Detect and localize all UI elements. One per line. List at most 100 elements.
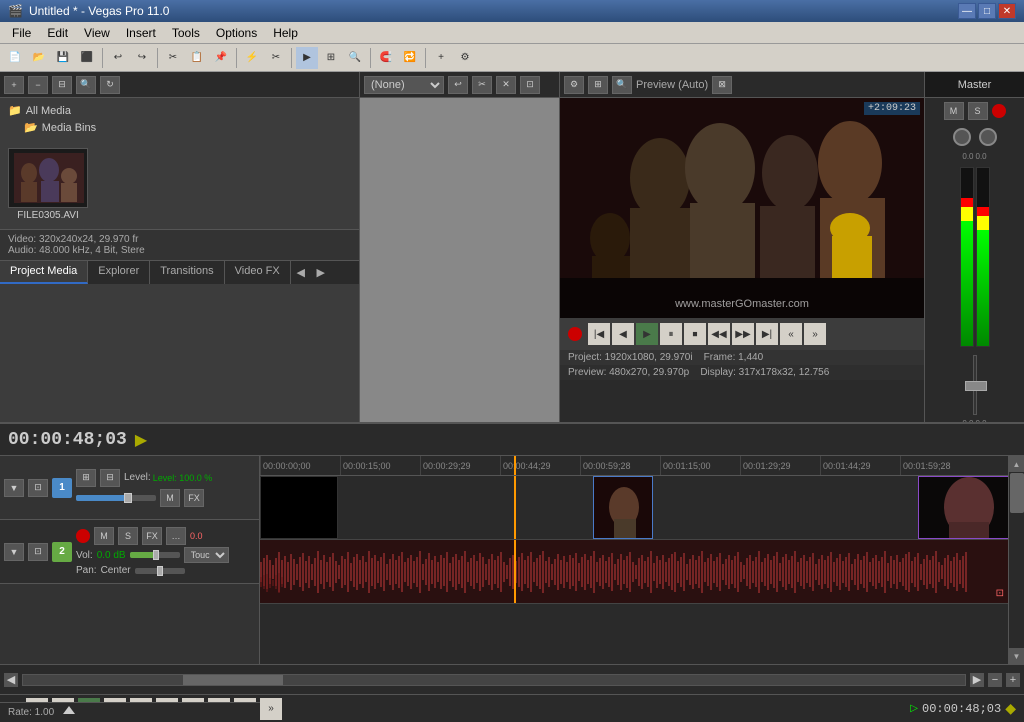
audio-solo-btn[interactable]: S [118, 527, 138, 545]
zoom-in-btn[interactable]: + [1006, 673, 1020, 687]
select-tool[interactable]: ▶ [296, 47, 318, 69]
vertical-scrollbar[interactable]: ▲ ▼ [1008, 456, 1024, 664]
copy-button[interactable]: 📋 [186, 47, 208, 69]
pan-slider-knob[interactable] [157, 566, 163, 576]
scroll-up-button[interactable]: ▲ [1009, 456, 1024, 472]
menu-view[interactable]: View [76, 24, 118, 42]
audio-record-btn[interactable] [76, 529, 90, 543]
preview-settings[interactable]: ⚙ [564, 76, 584, 94]
zoom-tool[interactable]: 🔍 [344, 47, 366, 69]
vol-slider-knob[interactable] [153, 550, 159, 560]
scroll-right-button[interactable]: ▶ [970, 673, 984, 687]
audio-more-btn[interactable]: … [166, 527, 186, 545]
cut-button[interactable]: ✂ [162, 47, 184, 69]
footer-more[interactable]: » [260, 698, 282, 720]
menu-file[interactable]: File [4, 24, 39, 42]
media-refresh-button[interactable]: ↻ [100, 76, 120, 94]
media-view-button[interactable]: ⊟ [52, 76, 72, 94]
pan-knob[interactable] [979, 128, 997, 146]
pan-slider-track[interactable] [135, 568, 185, 574]
undo-button[interactable]: ↩ [107, 47, 129, 69]
menu-options[interactable]: Options [208, 24, 265, 42]
mixer-mute[interactable]: M [944, 102, 964, 120]
preview-go-start[interactable]: |◀ [588, 323, 610, 345]
preview-go-end[interactable]: ▶| [756, 323, 778, 345]
edit-tool[interactable]: ⊞ [320, 47, 342, 69]
tab-explorer[interactable]: Explorer [88, 261, 150, 284]
audio-track-expand[interactable]: ▼ [4, 543, 24, 561]
track-composite[interactable]: ⊟ [100, 469, 120, 487]
menu-insert[interactable]: Insert [118, 24, 164, 42]
media-import-button[interactable]: + [4, 76, 24, 94]
mixer-record[interactable] [992, 104, 1006, 118]
open-button[interactable]: 📂 [28, 47, 50, 69]
video-track-content[interactable] [260, 476, 1008, 540]
empty-track-area[interactable] [260, 604, 1008, 664]
all-media-item[interactable]: 📁 All Media [4, 102, 355, 119]
preview-more2[interactable]: » [804, 323, 826, 345]
loop-button[interactable]: 🔁 [399, 47, 421, 69]
new-project-button[interactable]: 📄 [4, 47, 26, 69]
media-bins-item[interactable]: 📂 Media Bins [4, 119, 355, 136]
video-clip-0[interactable] [260, 476, 338, 539]
scroll-down-button[interactable]: ▼ [1009, 648, 1024, 664]
preview-more1[interactable]: « [780, 323, 802, 345]
media-remove-button[interactable]: − [28, 76, 48, 94]
properties-button[interactable]: ⚙ [454, 47, 476, 69]
preview-ext[interactable]: ⊞ [588, 76, 608, 94]
preview-frame-back[interactable]: ◀◀ [708, 323, 730, 345]
scroll-left-button[interactable]: ◀ [4, 673, 18, 687]
tab-scroll-right[interactable]: ▶ [311, 261, 331, 284]
menu-tools[interactable]: Tools [164, 24, 208, 42]
close-button[interactable]: ✕ [998, 3, 1016, 19]
media-thumb-0[interactable]: FILE0305.AVI [8, 148, 88, 221]
titlebar-controls[interactable]: — □ ✕ [958, 3, 1016, 19]
preview-play[interactable]: ▶ [636, 323, 658, 345]
preview-play-back[interactable]: ◀ [612, 323, 634, 345]
track-motion[interactable]: ⊞ [76, 469, 96, 487]
redo-button[interactable]: ↪ [131, 47, 153, 69]
preview-stop[interactable]: ⏹ [684, 323, 706, 345]
save-button[interactable]: 💾 [52, 47, 74, 69]
snap-button[interactable]: 🧲 [375, 47, 397, 69]
trim-btn2[interactable]: ✂ [472, 76, 492, 94]
track1-fx[interactable]: FX [184, 489, 204, 507]
h-scroll-thumb[interactable] [183, 675, 283, 685]
preview-frame-fwd[interactable]: ▶▶ [732, 323, 754, 345]
audio-mute-btn[interactable]: M [94, 527, 114, 545]
tab-scroll-left[interactable]: ◀ [291, 261, 311, 284]
level-slider-knob[interactable] [124, 493, 132, 503]
tab-transitions[interactable]: Transitions [150, 261, 224, 284]
add-media-button[interactable]: + [430, 47, 452, 69]
tab-video-fx[interactable]: Video FX [225, 261, 291, 284]
menu-edit[interactable]: Edit [39, 24, 76, 42]
audio-track-content[interactable]: // Generate waveform pattern via inline … [260, 540, 1008, 604]
preview-grid[interactable]: ⊠ [712, 76, 732, 94]
track-lock[interactable]: ⊡ [28, 479, 48, 497]
track1-mute[interactable]: M [160, 489, 180, 507]
render-button[interactable]: ⬛ [76, 47, 98, 69]
preview-pause[interactable]: ⏸ [660, 323, 682, 345]
split-button[interactable]: ⚡ [241, 47, 263, 69]
media-search-button[interactable]: 🔍 [76, 76, 96, 94]
preview-zoom[interactable]: 🔍 [612, 76, 632, 94]
fx-knob[interactable] [953, 128, 971, 146]
h-scroll-track[interactable] [22, 674, 966, 686]
rate-control[interactable] [62, 706, 76, 720]
track-expand[interactable]: ▼ [4, 479, 24, 497]
trim-btn3[interactable]: ✕ [496, 76, 516, 94]
paste-button[interactable]: 📌 [210, 47, 232, 69]
mixer-solo[interactable]: S [968, 102, 988, 120]
trim-btn1[interactable]: ↩ [448, 76, 468, 94]
none-select[interactable]: (None) [364, 76, 444, 94]
level-slider-track[interactable] [76, 495, 156, 501]
audio-fx-btn[interactable]: FX [142, 527, 162, 545]
tab-project-media[interactable]: Project Media [0, 261, 88, 284]
zoom-out-btn[interactable]: − [988, 673, 1002, 687]
trim-button[interactable]: ✂ [265, 47, 287, 69]
video-clip-1[interactable] [593, 476, 653, 539]
vol-slider-track[interactable] [130, 552, 180, 558]
menu-help[interactable]: Help [265, 24, 306, 42]
fader-handle[interactable] [965, 381, 987, 391]
touch-select[interactable]: Touch [184, 547, 229, 563]
